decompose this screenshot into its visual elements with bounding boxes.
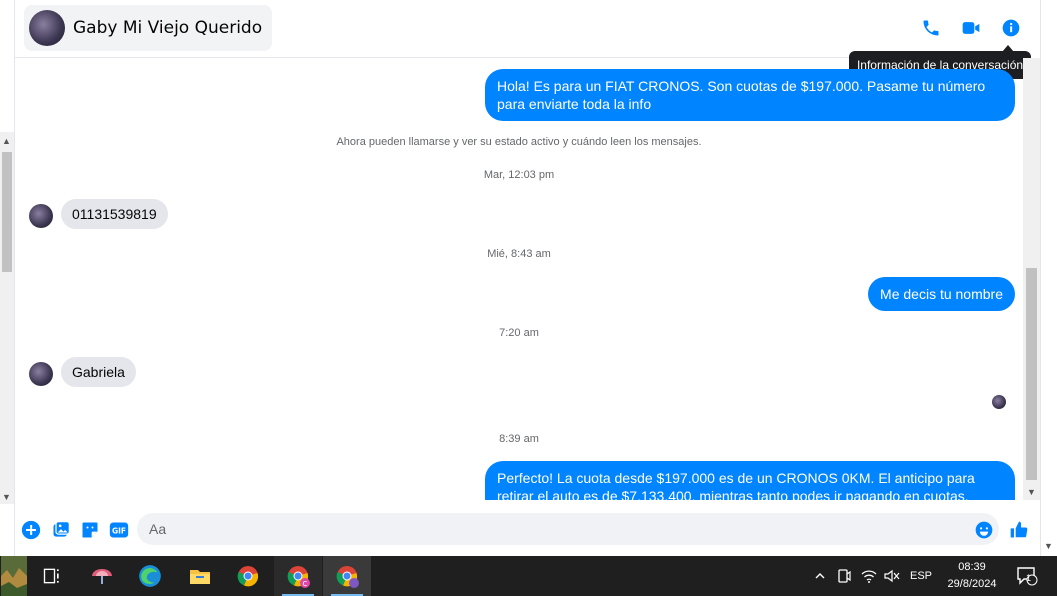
read-receipt-avatar xyxy=(992,395,1006,409)
contact-profile-button[interactable]: Gaby Mi Viejo Querido xyxy=(24,5,273,51)
windows-taskbar: C ESP 08:39 29/8/2024 1 xyxy=(0,556,1057,596)
avatar[interactable] xyxy=(29,362,53,386)
window-right-edge xyxy=(1040,0,1057,556)
message-bubble-outgoing[interactable]: Perfecto! La cuota desde $197.000 es de … xyxy=(485,461,1015,500)
svg-text:GIF: GIF xyxy=(112,526,126,535)
message-bubble-incoming[interactable]: 01131539819 xyxy=(61,199,168,229)
gif-icon[interactable]: GIF xyxy=(108,520,130,540)
clock-time: 08:39 xyxy=(958,561,986,573)
file-explorer-icon[interactable] xyxy=(176,556,224,596)
emoji-icon[interactable] xyxy=(974,520,994,540)
svg-text:C: C xyxy=(303,580,308,588)
avatar[interactable] xyxy=(29,204,53,228)
message-bubble-outgoing[interactable]: Hola! Es para un FIAT CRONOS. Son cuotas… xyxy=(485,69,1015,121)
timestamp-divider: 7:20 am xyxy=(499,327,539,339)
messenger-window: ▲ ▼ Gaby Mi Viejo Querido Información de… xyxy=(0,0,1057,596)
scroll-down-arrow-icon[interactable]: ▼ xyxy=(2,492,11,502)
language-indicator[interactable]: ESP xyxy=(906,556,936,596)
message-bubble-outgoing[interactable]: Me decis tu nombre xyxy=(868,277,1015,311)
system-clock[interactable]: 08:39 29/8/2024 xyxy=(942,559,1002,593)
speaker-muted-icon[interactable] xyxy=(882,556,902,596)
umbrella-app-icon[interactable] xyxy=(78,556,126,596)
contact-name: Gaby Mi Viejo Querido xyxy=(73,18,263,38)
chrome-profile-c-icon[interactable]: C xyxy=(274,556,322,596)
message-list[interactable]: Hola! Es para un FIAT CRONOS. Son cuotas… xyxy=(15,58,1023,500)
start-landscape-icon[interactable] xyxy=(0,556,28,596)
chrome-profile-active-icon[interactable] xyxy=(323,556,371,596)
message-bubble-incoming[interactable]: Gabriela xyxy=(61,357,136,387)
scroll-down-arrow-icon[interactable]: ▼ xyxy=(1044,541,1053,551)
plus-icon[interactable] xyxy=(21,520,41,540)
system-notice: Ahora pueden llamarse y ver su estado ac… xyxy=(336,136,702,148)
conversation-header: Gaby Mi Viejo Querido xyxy=(15,0,1031,58)
left-scrollbar-thumb[interactable] xyxy=(2,152,12,272)
message-input[interactable] xyxy=(137,513,999,545)
wifi-icon[interactable] xyxy=(858,556,880,596)
video-camera-icon[interactable] xyxy=(959,16,983,40)
notification-center-icon[interactable]: 1 xyxy=(1012,556,1042,596)
chrome-icon[interactable] xyxy=(224,556,272,596)
avatar xyxy=(29,10,65,46)
sticker-icon[interactable] xyxy=(80,520,100,540)
chat-scrollbar-thumb[interactable] xyxy=(1026,268,1037,480)
phone-icon[interactable] xyxy=(919,16,943,40)
scroll-up-arrow-icon[interactable]: ▲ xyxy=(2,136,11,146)
timestamp-divider: 8:39 am xyxy=(499,433,539,445)
scroll-down-arrow-icon[interactable]: ▼ xyxy=(1027,487,1036,497)
timestamp-divider: Mar, 12:03 pm xyxy=(483,169,555,181)
chevron-up-icon[interactable] xyxy=(810,556,830,596)
clock-date: 29/8/2024 xyxy=(947,578,997,590)
thumbs-up-icon[interactable] xyxy=(1009,520,1029,540)
edge-browser-icon[interactable] xyxy=(126,556,174,596)
info-icon[interactable] xyxy=(999,16,1023,40)
timestamp-divider: Mié, 8:43 am xyxy=(487,248,551,260)
photo-gallery-icon[interactable] xyxy=(51,520,71,540)
task-view-icon[interactable] xyxy=(28,556,76,596)
notification-count: 1 xyxy=(1026,573,1032,583)
message-composer: GIF xyxy=(15,500,1040,556)
meet-now-icon[interactable] xyxy=(834,556,854,596)
